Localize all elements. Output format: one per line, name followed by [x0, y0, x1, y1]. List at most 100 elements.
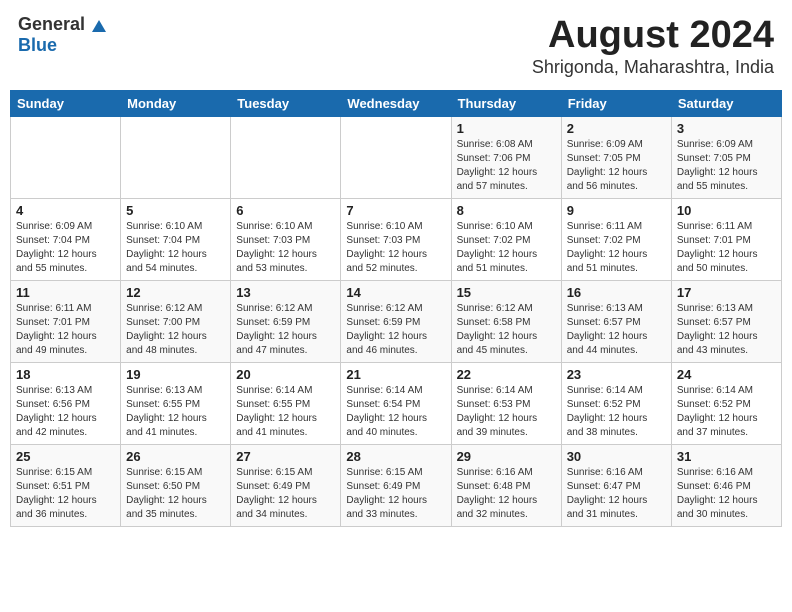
- day-header-sunday: Sunday: [11, 91, 121, 117]
- calendar-header-row: SundayMondayTuesdayWednesdayThursdayFrid…: [11, 91, 782, 117]
- day-number: 12: [126, 285, 225, 300]
- day-header-thursday: Thursday: [451, 91, 561, 117]
- logo-general-text: General: [18, 14, 85, 34]
- calendar-cell: 16 Sunrise: 6:13 AM Sunset: 6:57 PM Dayli…: [561, 281, 671, 363]
- day-info: Sunrise: 6:16 AM Sunset: 6:47 PM Dayligh…: [567, 466, 666, 522]
- day-info: Sunrise: 6:08 AM Sunset: 7:06 PM Dayligh…: [457, 138, 556, 194]
- calendar-cell: [11, 117, 121, 199]
- day-header-wednesday: Wednesday: [341, 91, 451, 117]
- day-header-tuesday: Tuesday: [231, 91, 341, 117]
- day-info: Sunrise: 6:13 AM Sunset: 6:55 PM Dayligh…: [126, 384, 225, 440]
- day-number: 22: [457, 367, 556, 382]
- calendar-cell: 9 Sunrise: 6:11 AM Sunset: 7:02 PM Daylig…: [561, 199, 671, 281]
- day-number: 11: [16, 285, 115, 300]
- calendar-cell: 11 Sunrise: 6:11 AM Sunset: 7:01 PM Dayli…: [11, 281, 121, 363]
- day-info: Sunrise: 6:14 AM Sunset: 6:52 PM Dayligh…: [677, 384, 776, 440]
- day-number: 9: [567, 203, 666, 218]
- day-info: Sunrise: 6:09 AM Sunset: 7:05 PM Dayligh…: [677, 138, 776, 194]
- calendar-week-4: 18 Sunrise: 6:13 AM Sunset: 6:56 PM Dayli…: [11, 363, 782, 445]
- day-number: 13: [236, 285, 335, 300]
- day-info: Sunrise: 6:14 AM Sunset: 6:55 PM Dayligh…: [236, 384, 335, 440]
- day-number: 23: [567, 367, 666, 382]
- day-number: 18: [16, 367, 115, 382]
- day-info: Sunrise: 6:10 AM Sunset: 7:03 PM Dayligh…: [346, 220, 445, 276]
- calendar-cell: 18 Sunrise: 6:13 AM Sunset: 6:56 PM Dayli…: [11, 363, 121, 445]
- calendar-cell: 24 Sunrise: 6:14 AM Sunset: 6:52 PM Dayli…: [671, 363, 781, 445]
- day-info: Sunrise: 6:12 AM Sunset: 7:00 PM Dayligh…: [126, 302, 225, 358]
- calendar-cell: 17 Sunrise: 6:13 AM Sunset: 6:57 PM Dayli…: [671, 281, 781, 363]
- calendar-week-1: 1Sunrise: 6:08 AM Sunset: 7:06 PM Daylig…: [11, 117, 782, 199]
- day-number: 24: [677, 367, 776, 382]
- day-info: Sunrise: 6:10 AM Sunset: 7:04 PM Dayligh…: [126, 220, 225, 276]
- day-number: 2: [567, 121, 666, 136]
- day-number: 4: [16, 203, 115, 218]
- logo-triangle-icon: [92, 20, 106, 32]
- day-info: Sunrise: 6:11 AM Sunset: 7:02 PM Dayligh…: [567, 220, 666, 276]
- day-number: 19: [126, 367, 225, 382]
- day-info: Sunrise: 6:14 AM Sunset: 6:53 PM Dayligh…: [457, 384, 556, 440]
- day-number: 8: [457, 203, 556, 218]
- day-info: Sunrise: 6:16 AM Sunset: 6:46 PM Dayligh…: [677, 466, 776, 522]
- calendar-cell: 8 Sunrise: 6:10 AM Sunset: 7:02 PM Daylig…: [451, 199, 561, 281]
- day-info: Sunrise: 6:10 AM Sunset: 7:02 PM Dayligh…: [457, 220, 556, 276]
- day-info: Sunrise: 6:16 AM Sunset: 6:48 PM Dayligh…: [457, 466, 556, 522]
- day-header-saturday: Saturday: [671, 91, 781, 117]
- day-number: 30: [567, 449, 666, 464]
- logo-blue-text: Blue: [18, 35, 57, 55]
- calendar-cell: 25 Sunrise: 6:15 AM Sunset: 6:51 PM Dayli…: [11, 445, 121, 527]
- day-info: Sunrise: 6:13 AM Sunset: 6:57 PM Dayligh…: [567, 302, 666, 358]
- day-info: Sunrise: 6:14 AM Sunset: 6:54 PM Dayligh…: [346, 384, 445, 440]
- calendar-cell: 31 Sunrise: 6:16 AM Sunset: 6:46 PM Dayli…: [671, 445, 781, 527]
- day-info: Sunrise: 6:09 AM Sunset: 7:04 PM Dayligh…: [16, 220, 115, 276]
- month-title: August 2024: [532, 14, 774, 57]
- day-number: 21: [346, 367, 445, 382]
- calendar-cell: 13Sunrise: 6:12 AM Sunset: 6:59 PM Dayli…: [231, 281, 341, 363]
- calendar-cell: 21 Sunrise: 6:14 AM Sunset: 6:54 PM Dayli…: [341, 363, 451, 445]
- calendar-week-2: 4 Sunrise: 6:09 AM Sunset: 7:04 PM Daylig…: [11, 199, 782, 281]
- day-number: 25: [16, 449, 115, 464]
- calendar-cell: 22 Sunrise: 6:14 AM Sunset: 6:53 PM Dayli…: [451, 363, 561, 445]
- day-number: 26: [126, 449, 225, 464]
- calendar-cell: 4 Sunrise: 6:09 AM Sunset: 7:04 PM Daylig…: [11, 199, 121, 281]
- day-number: 16: [567, 285, 666, 300]
- day-info: Sunrise: 6:15 AM Sunset: 6:51 PM Dayligh…: [16, 466, 115, 522]
- calendar-cell: [121, 117, 231, 199]
- calendar-table: SundayMondayTuesdayWednesdayThursdayFrid…: [10, 90, 782, 527]
- day-info: Sunrise: 6:15 AM Sunset: 6:49 PM Dayligh…: [236, 466, 335, 522]
- day-info: Sunrise: 6:13 AM Sunset: 6:56 PM Dayligh…: [16, 384, 115, 440]
- day-number: 29: [457, 449, 556, 464]
- day-info: Sunrise: 6:13 AM Sunset: 6:57 PM Dayligh…: [677, 302, 776, 358]
- calendar-cell: 14 Sunrise: 6:12 AM Sunset: 6:59 PM Dayli…: [341, 281, 451, 363]
- calendar-cell: 7Sunrise: 6:10 AM Sunset: 7:03 PM Daylig…: [341, 199, 451, 281]
- calendar-cell: 2 Sunrise: 6:09 AM Sunset: 7:05 PM Daylig…: [561, 117, 671, 199]
- title-area: August 2024 Shrigonda, Maharashtra, Indi…: [532, 14, 774, 78]
- day-number: 28: [346, 449, 445, 464]
- calendar-cell: 28Sunrise: 6:15 AM Sunset: 6:49 PM Dayli…: [341, 445, 451, 527]
- day-info: Sunrise: 6:11 AM Sunset: 7:01 PM Dayligh…: [16, 302, 115, 358]
- header: General Blue August 2024 Shrigonda, Maha…: [10, 10, 782, 82]
- logo: General Blue: [18, 14, 106, 56]
- day-info: Sunrise: 6:12 AM Sunset: 6:59 PM Dayligh…: [346, 302, 445, 358]
- logo-row1: General: [18, 14, 106, 35]
- day-info: Sunrise: 6:15 AM Sunset: 6:50 PM Dayligh…: [126, 466, 225, 522]
- calendar-week-3: 11 Sunrise: 6:11 AM Sunset: 7:01 PM Dayli…: [11, 281, 782, 363]
- calendar-cell: 5 Sunrise: 6:10 AM Sunset: 7:04 PM Daylig…: [121, 199, 231, 281]
- day-number: 6: [236, 203, 335, 218]
- day-number: 14: [346, 285, 445, 300]
- calendar-cell: 23Sunrise: 6:14 AM Sunset: 6:52 PM Dayli…: [561, 363, 671, 445]
- day-number: 31: [677, 449, 776, 464]
- day-info: Sunrise: 6:10 AM Sunset: 7:03 PM Dayligh…: [236, 220, 335, 276]
- calendar-cell: 6 Sunrise: 6:10 AM Sunset: 7:03 PM Daylig…: [231, 199, 341, 281]
- day-info: Sunrise: 6:09 AM Sunset: 7:05 PM Dayligh…: [567, 138, 666, 194]
- calendar-cell: 27 Sunrise: 6:15 AM Sunset: 6:49 PM Dayli…: [231, 445, 341, 527]
- calendar-cell: 1Sunrise: 6:08 AM Sunset: 7:06 PM Daylig…: [451, 117, 561, 199]
- calendar-week-5: 25 Sunrise: 6:15 AM Sunset: 6:51 PM Dayli…: [11, 445, 782, 527]
- calendar-cell: 30 Sunrise: 6:16 AM Sunset: 6:47 PM Dayli…: [561, 445, 671, 527]
- day-number: 27: [236, 449, 335, 464]
- day-number: 5: [126, 203, 225, 218]
- day-number: 17: [677, 285, 776, 300]
- calendar-cell: 26 Sunrise: 6:15 AM Sunset: 6:50 PM Dayli…: [121, 445, 231, 527]
- calendar-cell: 12 Sunrise: 6:12 AM Sunset: 7:00 PM Dayli…: [121, 281, 231, 363]
- calendar-cell: 3Sunrise: 6:09 AM Sunset: 7:05 PM Daylig…: [671, 117, 781, 199]
- calendar-cell: 29 Sunrise: 6:16 AM Sunset: 6:48 PM Dayli…: [451, 445, 561, 527]
